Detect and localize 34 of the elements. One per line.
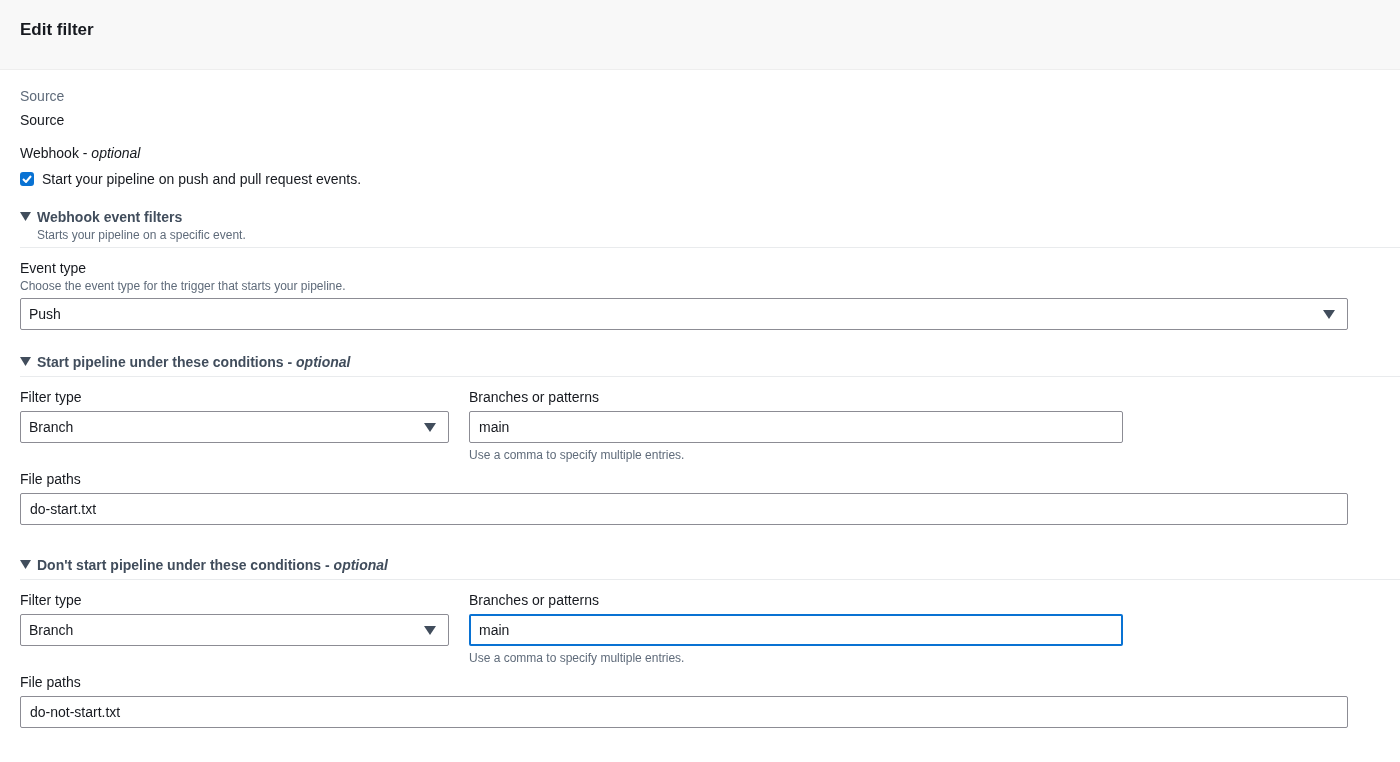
field-hint: Use a comma to specify multiple entries. [469, 447, 686, 463]
field-label: Event type [20, 259, 88, 278]
expanded-triangle-icon[interactable] [20, 212, 31, 222]
branches-input[interactable]: main [469, 411, 1123, 443]
field-description: Choose the event type for the trigger that starts your pipeline. [20, 278, 347, 294]
webhook-label: Webhook - optional [20, 144, 142, 163]
caret-down-icon [1323, 309, 1335, 319]
field-label: File paths [20, 673, 82, 692]
page-title: Edit filter [20, 20, 95, 40]
section-description: Starts your pipeline on a specific event. [37, 227, 246, 243]
section-title[interactable]: Start pipeline under these conditions - optional [37, 352, 351, 372]
filter-type-select[interactable]: Branch [20, 614, 449, 646]
caret-down-icon [424, 422, 436, 432]
event-type-select[interactable]: Push [20, 298, 1348, 330]
section-title[interactable]: Webhook event filters [37, 207, 246, 227]
field-label: File paths [20, 470, 82, 489]
filter-type-select[interactable]: Branch [20, 411, 449, 443]
field-label: Branches or patterns [469, 591, 600, 610]
caret-down-icon [424, 625, 436, 635]
field-hint: Use a comma to specify multiple entries. [469, 650, 686, 666]
field-label: Filter type [20, 591, 83, 610]
checkbox-label: Start your pipeline on push and pull request events. [42, 170, 362, 189]
branches-input[interactable]: main [469, 614, 1123, 646]
checkbox[interactable] [20, 172, 34, 186]
section-title[interactable]: Don't start pipeline under these conditions - optional [37, 555, 388, 575]
file-paths-input[interactable]: do-not-start.txt [20, 696, 1348, 728]
field-label: Branches or patterns [469, 388, 600, 407]
source-value: Source [20, 111, 66, 130]
file-paths-input[interactable]: do-start.txt [20, 493, 1348, 525]
expanded-triangle-icon[interactable] [20, 560, 31, 570]
check-icon [22, 175, 32, 183]
field-label: Filter type [20, 388, 83, 407]
source-label: Source [20, 87, 66, 106]
expanded-triangle-icon[interactable] [20, 357, 31, 367]
